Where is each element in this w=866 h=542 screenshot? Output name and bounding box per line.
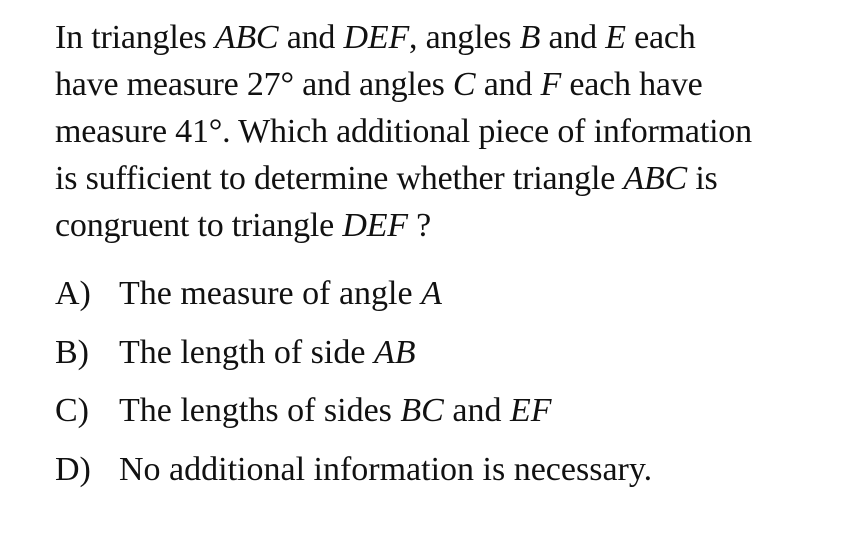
question-text-segment: each <box>625 19 696 56</box>
question-line: is sufficient to determine whether trian… <box>55 155 855 202</box>
answer-choice-c[interactable]: C) The lengths of sides BC and EF <box>55 385 652 444</box>
question-text-segment: each have <box>561 66 703 103</box>
math-variable: A <box>421 275 442 312</box>
answer-choice-b[interactable]: B) The length of side AB <box>55 327 652 386</box>
answer-choice-a[interactable]: A) The measure of angle A <box>55 268 652 327</box>
question-text-segment: In triangles <box>55 19 215 56</box>
choice-text: The lengths of sides <box>119 392 401 429</box>
choice-text: The measure of angle <box>119 275 422 312</box>
question-text-segment: and <box>475 66 541 103</box>
question-text-segment: and <box>540 19 606 56</box>
question-line: congruent to triangle DEF ? <box>55 202 855 249</box>
choice-text: and <box>443 392 510 429</box>
question-text-segment: is <box>687 160 718 197</box>
answer-choices: A) The measure of angle A B) The length of… <box>55 268 652 502</box>
math-variable: DEF <box>343 19 410 56</box>
question-text-segment: is sufficient to determine whether trian… <box>55 160 624 197</box>
math-variable: E <box>605 19 626 56</box>
question-text: In triangles ABC and DEF, angles B and E… <box>55 14 855 249</box>
choice-text: No additional information is necessary. <box>119 450 653 488</box>
math-variable: C <box>452 66 476 103</box>
question-text-segment: congruent to triangle <box>55 207 343 244</box>
question-text-segment: measure 41°. Which additional piece of i… <box>55 113 752 150</box>
question-text-segment: ? <box>407 207 432 244</box>
math-variable: AB <box>373 333 416 371</box>
math-variable: EF <box>509 392 552 429</box>
choice-letter: B) <box>55 333 89 371</box>
math-variable: F <box>540 66 562 103</box>
question-line: In triangles ABC and DEF, angles B and E… <box>55 14 855 61</box>
answer-choice-d[interactable]: D) No additional information is necessary… <box>55 444 652 503</box>
math-variable: ABC <box>623 160 688 197</box>
choice-letter: C) <box>55 392 89 429</box>
question-line: have measure 27° and angles C and F each… <box>55 61 855 108</box>
math-variable: BC <box>400 392 444 429</box>
math-variable: DEF <box>342 207 408 244</box>
question-text-segment: have measure 27° and angles <box>55 66 453 103</box>
choice-letter: A) <box>55 275 91 312</box>
math-variable: ABC <box>214 19 279 56</box>
question-line: measure 41°. Which additional piece of i… <box>55 108 855 155</box>
question-text-segment: , angles <box>409 19 520 56</box>
choice-text: The length of side <box>119 333 374 371</box>
question-text-segment: and <box>278 19 344 56</box>
math-variable: B <box>519 19 541 56</box>
choice-letter: D) <box>55 450 91 488</box>
